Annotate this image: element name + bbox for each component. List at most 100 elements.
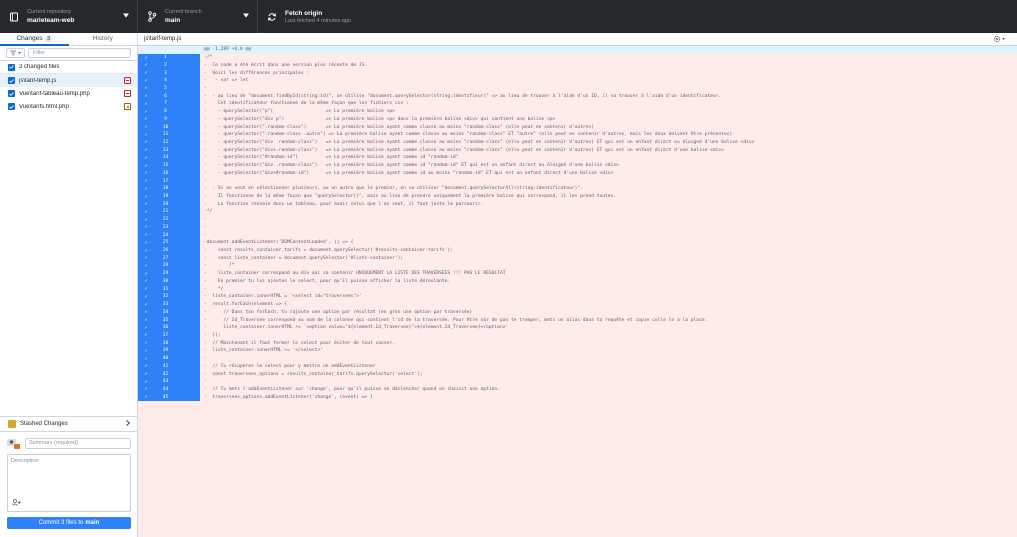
tab-history[interactable]: History <box>69 33 138 45</box>
diff-line[interactable]: ✓ 44 - // Tu mets l'addEventListener sur '… <box>138 385 1017 394</box>
line-selected-checkmark-icon[interactable]: ✓ <box>138 184 154 193</box>
current-branch-button[interactable]: Current branch main <box>138 0 258 33</box>
filter-input[interactable]: Filter <box>28 48 131 58</box>
line-selected-checkmark-icon[interactable]: ✓ <box>138 92 154 101</box>
line-selected-checkmark-icon[interactable]: ✓ <box>138 215 154 224</box>
add-coauthor-icon[interactable] <box>12 499 21 508</box>
summary-input[interactable]: Summary (required) <box>25 438 131 449</box>
line-selected-checkmark-icon[interactable]: ✓ <box>138 293 154 301</box>
line-selected-checkmark-icon[interactable]: ✓ <box>138 138 154 147</box>
diff-line[interactable]: ✓ 45 - traversees_options.addEventListener… <box>138 393 1017 402</box>
line-selected-checkmark-icon[interactable]: ✓ <box>138 100 154 108</box>
diff-line[interactable]: ✓ 26 - const results_container_tarifs = do… <box>138 246 1017 255</box>
diff-line[interactable]: ✓ 29 - liste_container correspond au div q… <box>138 269 1017 278</box>
diff-line[interactable]: ✓ 3 - Voici les différences principales : <box>138 69 1017 77</box>
diff-line[interactable]: ✓ 24 - <box>138 231 1017 239</box>
diff-line[interactable]: ✓ 30 - En premier tu lui ajoutes le select… <box>138 277 1017 286</box>
line-selected-checkmark-icon[interactable]: ✓ <box>138 246 154 255</box>
diff-line[interactable]: ✓ 28 - /* <box>138 262 1017 270</box>
list-item[interactable]: Vue\tarifs.html.php <box>0 100 137 113</box>
diff-line[interactable]: ✓ 25 -document.addEventListener('DOMConten… <box>138 238 1017 247</box>
line-selected-checkmark-icon[interactable]: ✓ <box>138 231 154 239</box>
line-selected-checkmark-icon[interactable]: ✓ <box>138 192 154 201</box>
line-selected-checkmark-icon[interactable]: ✓ <box>138 69 154 77</box>
line-selected-checkmark-icon[interactable]: ✓ <box>138 154 154 162</box>
list-item[interactable]: js\tarif-temp.js <box>0 74 137 87</box>
line-selected-checkmark-icon[interactable]: ✓ <box>138 262 154 270</box>
line-selected-checkmark-icon[interactable]: ✓ <box>138 300 154 309</box>
diff-line[interactable]: ✓ 22 - <box>138 215 1017 224</box>
line-selected-checkmark-icon[interactable]: ✓ <box>138 308 154 317</box>
diff-line[interactable]: ✓ 17 - <box>138 177 1017 185</box>
line-selected-checkmark-icon[interactable]: ✓ <box>138 347 154 355</box>
description-field[interactable]: Description <box>7 454 131 512</box>
line-selected-checkmark-icon[interactable]: ✓ <box>138 123 154 131</box>
current-repository-button[interactable]: Current repository marieteam-web <box>0 0 138 33</box>
file-checkbox[interactable] <box>8 77 15 84</box>
line-selected-checkmark-icon[interactable]: ✓ <box>138 331 154 340</box>
line-selected-checkmark-icon[interactable]: ✓ <box>138 269 154 278</box>
line-selected-checkmark-icon[interactable]: ✓ <box>138 161 154 170</box>
line-selected-checkmark-icon[interactable]: ✓ <box>138 107 154 116</box>
list-item[interactable]: Vue\tarif-tableau-temp.php <box>0 87 137 100</box>
line-selected-checkmark-icon[interactable]: ✓ <box>138 277 154 286</box>
commit-button[interactable]: Commit 3 files to main <box>7 517 131 529</box>
line-selected-checkmark-icon[interactable]: ✓ <box>138 354 154 363</box>
line-selected-checkmark-icon[interactable]: ✓ <box>138 115 154 124</box>
file-checkbox[interactable] <box>8 103 15 110</box>
diff-line[interactable]: ✓ 43 - <box>138 377 1017 386</box>
diff-line[interactable]: ✓ 20 - La fonction renvoie donc un tableau… <box>138 200 1017 209</box>
diff-line[interactable]: ✓ 37 - }); <box>138 331 1017 340</box>
diff-line[interactable]: ✓ 34 - // Dans ton forEach, tu rajoute une… <box>138 308 1017 317</box>
stashed-changes-button[interactable]: Stashed Changes <box>0 416 138 432</box>
diff-line[interactable]: ✓ 5 - <box>138 84 1017 93</box>
diff-line[interactable]: ✓ 27 - const liste_container = document.qu… <box>138 254 1017 263</box>
file-checkbox[interactable] <box>8 90 15 97</box>
diff-line[interactable]: ✓ 16 - - querySelector("div>#random-id") =… <box>138 169 1017 178</box>
diff-line[interactable]: ✓ 39 - liste_container.innerHTML += '</sel… <box>138 347 1017 355</box>
line-selected-checkmark-icon[interactable]: ✓ <box>138 254 154 263</box>
line-selected-checkmark-icon[interactable]: ✓ <box>138 146 154 155</box>
diff-line[interactable]: ✓ 18 - - Si on veut en sélectionner plusie… <box>138 184 1017 193</box>
line-selected-checkmark-icon[interactable]: ✓ <box>138 377 154 386</box>
line-selected-checkmark-icon[interactable]: ✓ <box>138 53 154 62</box>
diff-line[interactable]: ✓ 12 - - querySelector("div .random-class"… <box>138 138 1017 147</box>
line-selected-checkmark-icon[interactable]: ✓ <box>138 61 154 70</box>
diff-line[interactable]: ✓ 8 - - querySelector("p") => La première … <box>138 107 1017 116</box>
diff-line[interactable]: ✓ 13 - - querySelector("div>.random-class"… <box>138 146 1017 155</box>
line-selected-checkmark-icon[interactable]: ✓ <box>138 84 154 93</box>
diff-line[interactable]: ✓ 15 - - querySelector("div .random-class"… <box>138 161 1017 170</box>
diff-line[interactable]: ✓ 9 - - querySelector("div p") => La premi… <box>138 115 1017 124</box>
line-selected-checkmark-icon[interactable]: ✓ <box>138 285 154 293</box>
diff-line[interactable]: ✓ 6 - - au lieu de "document.findById(stri… <box>138 92 1017 101</box>
line-selected-checkmark-icon[interactable]: ✓ <box>138 223 154 232</box>
diff-line[interactable]: ✓ 11 - - querySelector(".random-class .aut… <box>138 130 1017 139</box>
line-selected-checkmark-icon[interactable]: ✓ <box>138 177 154 185</box>
select-all-row[interactable]: 3 changed files <box>0 61 137 74</box>
line-selected-checkmark-icon[interactable]: ✓ <box>138 200 154 209</box>
diff-line[interactable]: ✓ 42 - const traversees_options = results_… <box>138 370 1017 378</box>
diff-line[interactable]: ✓ 7 - Cet identificateur fonctionne de la … <box>138 100 1017 108</box>
diff-line[interactable]: ✓ 2 - Ce code a été écrit dans une version… <box>138 61 1017 70</box>
diff-line[interactable]: ✓ 19 - Il fonctionne de la même façon que … <box>138 192 1017 201</box>
line-selected-checkmark-icon[interactable]: ✓ <box>138 385 154 394</box>
fetch-origin-button[interactable]: Fetch origin Last fetched 4 minutes ago <box>258 0 408 33</box>
diff-line[interactable]: ✓ 38 - // Maintenant il faut fermer le sel… <box>138 339 1017 348</box>
diff-line[interactable]: ✓ 1 -/* <box>138 53 1017 62</box>
diff-line[interactable]: ✓ 21 -*/ <box>138 208 1017 216</box>
line-selected-checkmark-icon[interactable]: ✓ <box>138 339 154 348</box>
line-selected-checkmark-icon[interactable]: ✓ <box>138 362 154 371</box>
line-selected-checkmark-icon[interactable]: ✓ <box>138 370 154 378</box>
tab-changes[interactable]: Changes 3 <box>0 33 69 46</box>
line-selected-checkmark-icon[interactable]: ✓ <box>138 316 154 324</box>
diff-line[interactable]: ✓ 36 - liste_container.innerHTML += `<opti… <box>138 323 1017 332</box>
line-selected-checkmark-icon[interactable]: ✓ <box>138 130 154 139</box>
line-selected-checkmark-icon[interactable]: ✓ <box>138 393 154 402</box>
diff-settings-button[interactable] <box>993 35 1007 43</box>
diff-line[interactable]: ✓ 35 - // Id_Traversee correspond au nom d… <box>138 316 1017 324</box>
line-selected-checkmark-icon[interactable]: ✓ <box>138 76 154 85</box>
diff-line[interactable]: ✓ 41 - // Tu récupères le select pour y me… <box>138 362 1017 371</box>
diff-line[interactable]: ✓ 32 - liste_container.innerHTML = '<selec… <box>138 293 1017 301</box>
filter-options-button[interactable] <box>6 48 25 58</box>
line-selected-checkmark-icon[interactable]: ✓ <box>138 169 154 178</box>
